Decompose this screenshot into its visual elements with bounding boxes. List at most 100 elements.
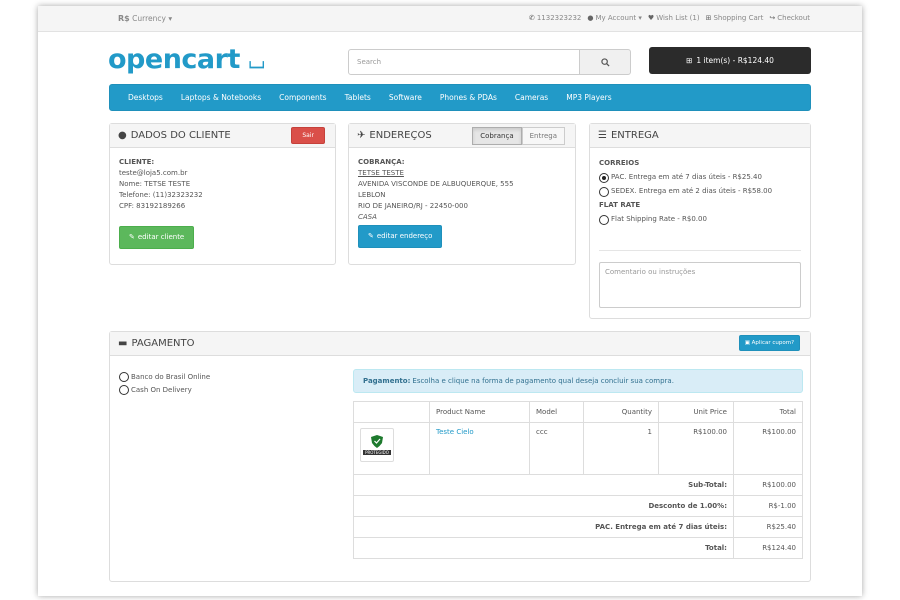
product-thumbnail[interactable]: PROTEGIDO (360, 428, 394, 462)
shipping-group-correios: CORREIOS (599, 159, 640, 167)
shipping-row: PAC. Entrega em até 7 dias úteis: R$25.4… (353, 516, 803, 538)
currency-dropdown[interactable]: R$ Currency ▾ (118, 14, 172, 23)
apply-coupon-button[interactable]: ▣ Aplicar cupom? (738, 335, 800, 351)
radio-checked-icon (599, 172, 609, 183)
address-panel-title: ENDEREÇOS (369, 130, 432, 141)
tab-billing[interactable]: Cobrança (472, 127, 522, 145)
shipping-panel-title: ENTREGA (610, 130, 659, 141)
shipping-panel-body: CORREIOS PAC. Entrega em até 7 dias útei… (590, 148, 810, 251)
user-icon: ● (118, 130, 127, 141)
pencil-icon: ✎ (368, 232, 374, 240)
billing-section-label: COBRANÇA: (358, 158, 405, 166)
col-image (353, 401, 430, 423)
shipping-panel: ☰ ENTREGA CORREIOS PAC. Entrega em até 7… (589, 123, 811, 319)
subtotal-label: Sub-Total: (353, 474, 734, 496)
payment-alert-text: Escolha e clique na forma de pagamento q… (412, 377, 674, 385)
logo[interactable]: opencart ⌴ (108, 44, 265, 75)
product-name[interactable]: Teste Cielo (429, 422, 530, 475)
payment-option-bb[interactable]: Banco do Brasil Online (119, 372, 210, 382)
customer-section-label: CLIENTE: (119, 158, 155, 166)
col-total: Total (733, 401, 803, 423)
user-icon: ● (587, 14, 594, 22)
search-input[interactable]: Search (348, 49, 580, 75)
customer-panel-title: DADOS DO CLIENTE (130, 130, 231, 141)
nav-item-components[interactable]: Components (279, 93, 326, 102)
shipping-group-flat: FLAT RATE (599, 201, 641, 209)
shipping-option-pac[interactable]: PAC. Entrega em até 7 dias úteis - R$25.… (599, 172, 801, 183)
nav-item-laptops[interactable]: Laptops & Notebooks (181, 93, 261, 102)
shipping-option-sedex[interactable]: SEDEX. Entrega em até 2 dias úteis - R$5… (599, 186, 801, 197)
edit-address-button[interactable]: ✎ editar endereço (358, 225, 443, 248)
cart-icon: ⊞ (686, 56, 693, 65)
payment-alert-label: Pagamento: (363, 377, 411, 385)
radio-icon (599, 214, 609, 225)
cart-icon: ⊞ (705, 14, 712, 22)
payment-option-cod[interactable]: Cash On Delivery (119, 385, 210, 395)
subtotal-value: R$100.00 (733, 474, 803, 496)
product-model: ccc (529, 422, 584, 475)
logout-button[interactable]: Sair (291, 127, 325, 144)
subtotal-row: Sub-Total: R$100.00 (353, 474, 803, 496)
top-links: ✆ 1132323232 ● My Account ▾ ♥ Wish List (1)… (529, 14, 810, 22)
search-icon (600, 57, 610, 67)
nav-item-cameras[interactable]: Cameras (515, 93, 548, 102)
table-row: PROTEGIDO Teste Cielo ccc 1 R$100.00 R$1… (353, 422, 803, 475)
currency-symbol: R$ (118, 14, 130, 23)
tab-shipping[interactable]: Entrega (521, 127, 565, 145)
payment-panel-header: ▬ PAGAMENTO ▣ Aplicar cupom? (110, 332, 810, 356)
payment-alert: Pagamento: Escolha e clique na forma de … (353, 369, 803, 393)
share-icon: ↪ (769, 14, 776, 22)
col-product-name: Product Name (429, 401, 530, 423)
radio-icon (599, 186, 609, 197)
nav-item-tablets[interactable]: Tablets (345, 93, 371, 102)
customer-email: teste@loja5.com.br (119, 169, 188, 177)
logo-cart-icon: ⌴ (248, 49, 265, 73)
wish-list-link[interactable]: ♥ Wish List (1) (648, 14, 700, 22)
total-value: R$124.40 (733, 537, 803, 559)
address-alias: CASA (358, 213, 377, 221)
plane-icon: ✈ (357, 130, 366, 141)
list-icon: ☰ (598, 130, 607, 141)
heart-icon: ♥ (647, 14, 655, 22)
caret-down-icon: ▾ (168, 14, 173, 23)
customer-panel-header: ● DADOS DO CLIENTE Sair (110, 124, 335, 148)
col-quantity: Quantity (583, 401, 659, 423)
phone-link[interactable]: ✆ 1132323232 (529, 14, 581, 22)
edit-customer-button[interactable]: ✎ editar cliente (119, 226, 195, 249)
shopping-cart-link[interactable]: ⊞ Shopping Cart (706, 14, 764, 22)
credit-card-icon: ▬ (118, 338, 128, 349)
discount-value: R$-1.00 (733, 495, 803, 517)
nav-item-phones[interactable]: Phones & PDAs (440, 93, 497, 102)
address-panel-header: ✈ ENDEREÇOS Cobrança Entrega (349, 124, 575, 148)
nav-item-software[interactable]: Software (389, 93, 422, 102)
divider (599, 250, 801, 251)
nav-item-desktops[interactable]: Desktops (128, 93, 163, 102)
product-unit-price: R$100.00 (658, 422, 734, 475)
payment-panel: ▬ PAGAMENTO ▣ Aplicar cupom? Banco do Br… (109, 331, 811, 582)
currency-label: Currency (132, 14, 166, 23)
payment-options: Banco do Brasil Online Cash On Delivery (119, 369, 210, 398)
shipping-label: PAC. Entrega em até 7 dias úteis: (353, 516, 734, 538)
cart-button[interactable]: ⊞ 1 item(s) - R$124.40 (649, 47, 811, 74)
shield-icon (371, 435, 383, 448)
radio-icon (119, 372, 129, 382)
shipping-option-flat[interactable]: Flat Shipping Rate - R$0.00 (599, 214, 801, 225)
product-total: R$100.00 (733, 422, 803, 475)
top-bar: R$ Currency ▾ ✆ 1132323232 ● My Account ▾ … (38, 6, 862, 32)
phone-icon: ✆ (528, 14, 535, 22)
total-label: Total: (353, 537, 734, 559)
ticket-icon: ▣ (744, 340, 750, 346)
checkout-link[interactable]: ↪ Checkout (769, 14, 810, 22)
total-row: Total: R$124.40 (353, 537, 803, 559)
comment-textarea[interactable]: Comentario ou instruções (599, 262, 801, 308)
discount-row: Desconto de 1.00%: R$-1.00 (353, 495, 803, 517)
search-button[interactable] (579, 49, 631, 75)
table-header-row: Product Name Model Quantity Unit Price T… (353, 401, 803, 423)
my-account-link[interactable]: ● My Account ▾ (587, 14, 642, 22)
address-panel-body: COBRANÇA: TETSE TESTE AVENIDA VISCONDE D… (349, 148, 575, 257)
pencil-icon: ✎ (129, 233, 135, 241)
order-summary-table: Product Name Model Quantity Unit Price T… (353, 401, 803, 559)
shipping-panel-header: ☰ ENTREGA (590, 124, 810, 148)
nav-item-mp3[interactable]: MP3 Players (566, 93, 611, 102)
address-tabs: Cobrança Entrega (472, 127, 565, 145)
